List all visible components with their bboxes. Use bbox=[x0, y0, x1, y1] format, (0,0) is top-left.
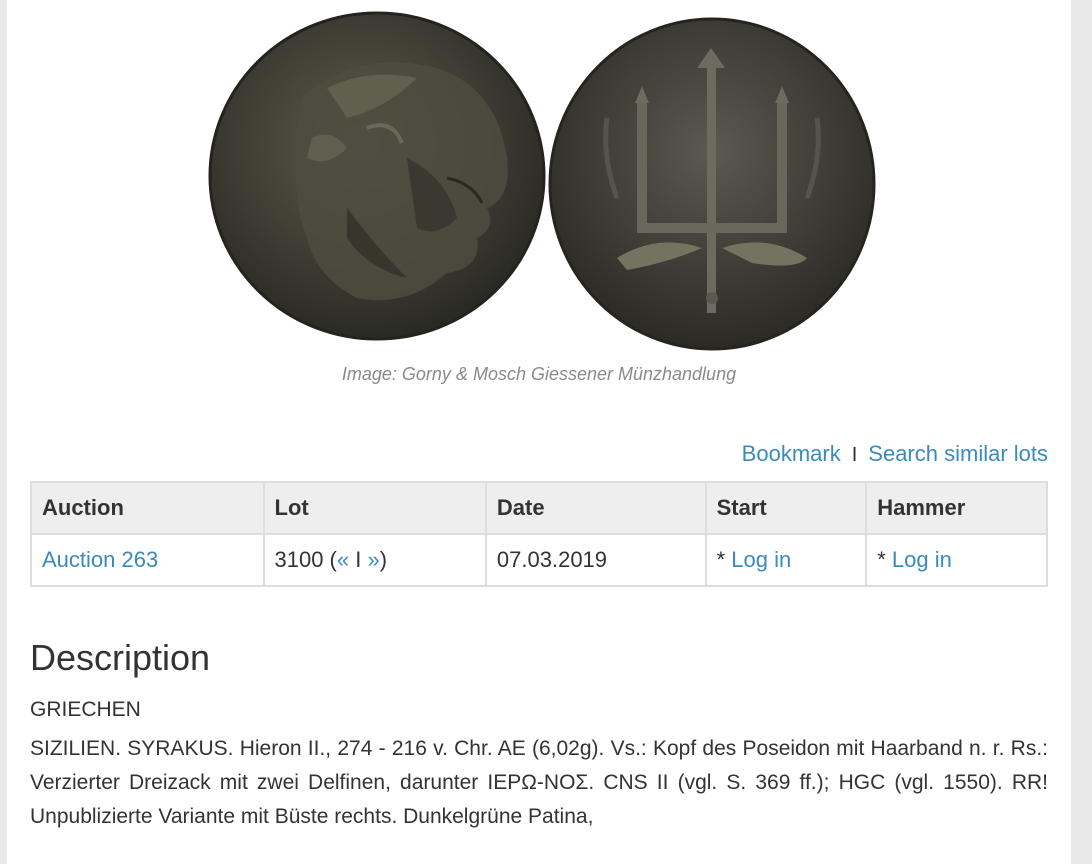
header-lot: Lot bbox=[262, 481, 487, 535]
lot-nav-separator: I bbox=[349, 547, 368, 572]
search-similar-lots-link[interactable]: Search similar lots bbox=[868, 441, 1048, 466]
description-heading: Description bbox=[30, 637, 211, 678]
image-caption: Image: Gorny & Mosch Giessener Münzhandl… bbox=[341, 364, 737, 384]
lot-table: Auction Lot Date Start Hammer Auction 26… bbox=[30, 481, 1048, 587]
next-lot-link[interactable]: » bbox=[367, 547, 379, 572]
page: Image: Gorny & Mosch Giessener Münzhandl… bbox=[7, 0, 1071, 864]
coin-obverse bbox=[208, 11, 546, 341]
previous-lot-link[interactable]: « bbox=[337, 547, 349, 572]
header-date: Date bbox=[484, 481, 707, 535]
lot-actions: Bookmark I Search similar lots bbox=[742, 441, 1048, 467]
start-login-link[interactable]: Log in bbox=[731, 547, 791, 572]
cell-hammer: * Log in bbox=[865, 533, 1048, 587]
description-category: GRIECHEN bbox=[30, 698, 141, 721]
cell-auction: Auction 263 bbox=[30, 533, 265, 587]
table-header-row: Auction Lot Date Start Hammer bbox=[30, 481, 1048, 535]
start-prefix: * bbox=[716, 547, 732, 572]
description-text: SIZILIEN. SYRAKUS. Hieron II., 274 - 216… bbox=[30, 737, 1048, 828]
bookmark-link[interactable]: Bookmark bbox=[742, 441, 841, 466]
action-separator: I bbox=[851, 444, 858, 466]
coin-reverse bbox=[548, 17, 876, 351]
auction-link[interactable]: Auction 263 bbox=[42, 547, 158, 572]
header-auction: Auction bbox=[30, 481, 265, 535]
hammer-prefix: * bbox=[877, 547, 892, 572]
cell-start: * Log in bbox=[704, 533, 868, 587]
lot-number: 3100 ( bbox=[274, 547, 337, 572]
lot-close-paren: ) bbox=[379, 547, 388, 572]
header-hammer: Hammer bbox=[865, 481, 1048, 535]
header-start: Start bbox=[704, 481, 868, 535]
coin-image[interactable] bbox=[207, 8, 887, 353]
hammer-login-link[interactable]: Log in bbox=[892, 547, 952, 572]
cell-date: 07.03.2019 bbox=[484, 533, 707, 587]
table-row: Auction 263 3100 (« I ») 07.03.2019 * Lo… bbox=[30, 533, 1048, 587]
cell-lot: 3100 (« I ») bbox=[262, 533, 487, 587]
